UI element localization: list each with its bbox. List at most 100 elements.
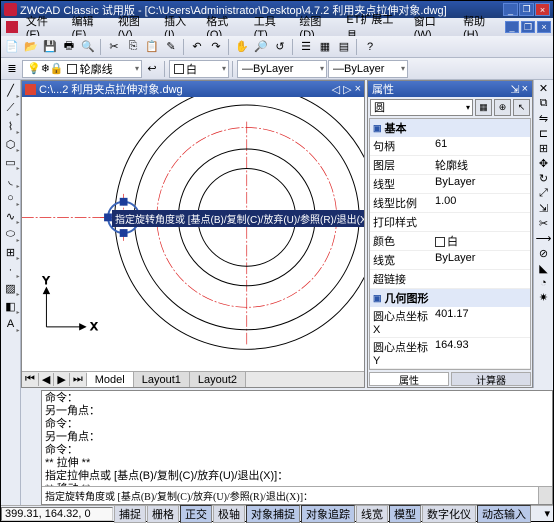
fillet-icon[interactable]: ◔ [540, 277, 547, 289]
prop-row[interactable]: 图层轮廓线 [370, 156, 530, 175]
status-极轴[interactable]: 极轴 [213, 505, 245, 523]
rotate-icon[interactable]: ↻ [539, 172, 548, 185]
prop-row[interactable]: 打印样式 [370, 213, 530, 232]
props-icon[interactable]: ☰ [297, 38, 315, 56]
prop-value[interactable] [432, 213, 530, 231]
cmd-scrollbar[interactable] [538, 487, 552, 504]
arc-icon[interactable]: ◟ [3, 172, 19, 188]
cut-icon[interactable]: ✂ [105, 38, 123, 56]
xline-icon[interactable]: ⟋ [3, 100, 19, 116]
tab-next-icon[interactable]: ▶ [54, 373, 69, 386]
explode-icon[interactable]: ✷ [539, 291, 548, 304]
status-正交[interactable]: 正交 [180, 505, 212, 523]
pickadd-icon[interactable]: ⊕ [494, 99, 511, 116]
copy-obj-icon[interactable]: ⧉ [540, 97, 548, 110]
erase-icon[interactable]: ✕ [539, 82, 548, 95]
polygon-icon[interactable]: ⬡ [3, 136, 19, 152]
line-icon[interactable]: ╱ [3, 82, 19, 98]
status-栅格[interactable]: 栅格 [147, 505, 179, 523]
status-dropdown-icon[interactable]: ▾ [541, 507, 553, 520]
tpal-icon[interactable]: ▤ [335, 38, 353, 56]
help-icon[interactable]: ? [361, 38, 379, 56]
break-icon[interactable]: ⊘ [539, 247, 548, 260]
chamfer-icon[interactable]: ◣ [539, 262, 547, 275]
quickselect-icon[interactable]: ▦ [475, 99, 492, 116]
preview-icon[interactable]: 🔍 [79, 38, 97, 56]
prop-value[interactable]: 401.17 [432, 307, 530, 337]
child-close-button[interactable]: × [537, 21, 551, 33]
new-icon[interactable]: 📄 [3, 38, 21, 56]
properties-grid[interactable]: 基本 句柄61图层轮廓线线型ByLayer线型比例1.00打印样式颜色白线宽By… [369, 118, 531, 370]
pan-icon[interactable]: ✋ [233, 38, 251, 56]
prop-pin-icon[interactable]: ⇲ [510, 83, 519, 96]
prop-row[interactable]: 圆心点坐标 X401.17 [370, 307, 530, 338]
undo-icon[interactable]: ↶ [188, 38, 206, 56]
region-icon[interactable]: ◧ [3, 298, 19, 314]
prop-value[interactable]: 0.00 [432, 369, 530, 370]
ellipse-icon[interactable]: ⬭ [3, 226, 19, 242]
prop-row[interactable]: 线型比例1.00 [370, 194, 530, 213]
save-icon[interactable]: 💾 [41, 38, 59, 56]
child-minimize-button[interactable]: _ [505, 21, 519, 33]
prop-row[interactable]: 线宽ByLayer [370, 251, 530, 270]
prop-close-icon[interactable]: × [522, 83, 528, 96]
tab-layout1[interactable]: Layout1 [134, 372, 190, 387]
scale-icon[interactable]: ⤢ [539, 187, 548, 200]
move-icon[interactable]: ✥ [539, 157, 548, 170]
layer-prev-icon[interactable]: ↩ [143, 60, 161, 78]
prop-value[interactable]: 164.93 [432, 338, 530, 368]
status-模型[interactable]: 模型 [389, 505, 421, 523]
print-icon[interactable]: 🖶 [60, 38, 78, 56]
hatch-icon[interactable]: ▨ [3, 280, 19, 296]
prop-tab-calc[interactable]: 计算器 [451, 372, 531, 386]
prop-value[interactable]: 轮廓线 [432, 156, 530, 174]
block-icon[interactable]: ⊞ [3, 244, 19, 260]
cat-basic[interactable]: 基本 [370, 119, 530, 137]
status-数字化仪[interactable]: 数字化仪 [422, 505, 476, 523]
match-icon[interactable]: ✎ [162, 38, 180, 56]
drawing-canvas[interactable]: XY 指定旋转角度或 [基点(B)/复制(C)/放弃(U)/参照(R)/退出(X… [22, 97, 364, 371]
trim-icon[interactable]: ✂ [539, 217, 548, 230]
doc-right-icon[interactable]: ▷ [343, 83, 351, 96]
copy-icon[interactable]: ⎘ [124, 38, 142, 56]
prop-row[interactable]: 圆心点坐标 Z0.00 [370, 369, 530, 370]
minimize-button[interactable]: _ [503, 3, 518, 16]
prop-value[interactable]: ByLayer [432, 175, 530, 193]
offset-icon[interactable]: ⊏ [539, 127, 548, 140]
rect-icon[interactable]: ▭ [3, 154, 19, 170]
open-icon[interactable]: 📂 [22, 38, 40, 56]
tab-model[interactable]: Model [87, 372, 134, 387]
redo-icon[interactable]: ↷ [207, 38, 225, 56]
status-动态输入[interactable]: 动态输入 [477, 505, 531, 523]
mirror-icon[interactable]: ⇋ [539, 112, 548, 125]
point-icon[interactable]: · [3, 262, 19, 278]
color-dropdown[interactable]: 白 [169, 60, 229, 78]
extend-icon[interactable]: ⟶ [536, 232, 552, 245]
dc-icon[interactable]: ▦ [316, 38, 334, 56]
child-restore-button[interactable]: ❐ [521, 21, 535, 33]
status-对象追踪[interactable]: 对象追踪 [301, 505, 355, 523]
tab-layout2[interactable]: Layout2 [190, 372, 246, 387]
tab-prev-icon[interactable]: ◀ [39, 373, 54, 386]
object-type-dropdown[interactable]: 圆 [370, 99, 473, 116]
prop-row[interactable]: 颜色白 [370, 232, 530, 251]
text-icon[interactable]: A [3, 316, 19, 332]
layer-mgr-icon[interactable]: ≣ [3, 60, 21, 78]
maximize-button[interactable]: ❐ [519, 3, 534, 16]
command-input[interactable]: 指定旋转角度或 [基点(B)/复制(C)/放弃(U)/参照(R)/退出(X)]： [42, 487, 538, 504]
doc-close-icon[interactable]: × [355, 83, 361, 96]
layer-dropdown[interactable]: 💡❄🔒轮廓线 [22, 60, 142, 78]
prop-value[interactable] [432, 270, 530, 288]
prop-value[interactable]: 白 [432, 232, 530, 250]
tab-first-icon[interactable]: ⏮ [22, 373, 39, 386]
zoom-icon[interactable]: 🔎 [252, 38, 270, 56]
spline-icon[interactable]: ∿ [3, 208, 19, 224]
circle-icon[interactable]: ○ [3, 190, 19, 206]
selectobj-icon[interactable]: ↖ [513, 99, 530, 116]
cat-geom[interactable]: 几何图形 [370, 289, 530, 307]
prop-value[interactable]: 1.00 [432, 194, 530, 212]
prop-row[interactable]: 圆心点坐标 Y164.93 [370, 338, 530, 369]
prop-row[interactable]: 句柄61 [370, 137, 530, 156]
lineweight-dropdown[interactable]: — ByLayer [328, 60, 408, 78]
tab-last-icon[interactable]: ⏭ [70, 373, 87, 386]
